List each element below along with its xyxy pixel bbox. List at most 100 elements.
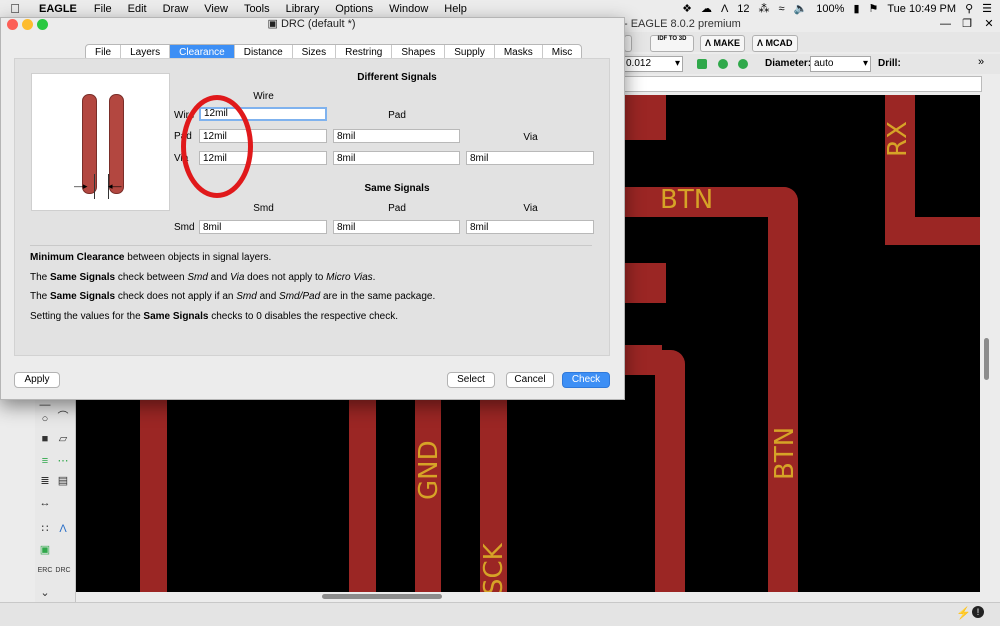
circle-icon[interactable]: ○ [37, 411, 53, 427]
list-icon[interactable]: ☰ [982, 2, 992, 15]
rectangle-icon[interactable]: ■ [37, 431, 53, 447]
note-disable-check: Setting the values for the Same Signals … [30, 311, 398, 322]
status-menu-area: ❖ ☁ Λ 12 ⁂ ≈ 🔈 100% ▮ ⚑ Tue 10:49 PM ⚲ ☰ [682, 0, 992, 17]
menu-options[interactable]: Options [327, 3, 381, 15]
mcad-button[interactable]: Λ MCAD [752, 35, 798, 52]
octagon-icon[interactable] [738, 59, 748, 69]
make-label: MAKE [713, 38, 741, 48]
smd-pad-field[interactable]: 8mil [333, 220, 460, 234]
restore-icon[interactable]: ❐ [962, 19, 972, 30]
menu-edit[interactable]: Edit [120, 3, 155, 15]
trace [655, 350, 685, 592]
select-button[interactable]: Select [447, 372, 495, 388]
battery-percent[interactable]: 100% [816, 3, 844, 15]
wifi-icon[interactable]: ≈ [779, 3, 785, 15]
stack-icon[interactable]: ≣ [37, 473, 53, 489]
window-title-text: - EAGLE 8.0.2 premium [624, 18, 741, 30]
diameter-select[interactable]: auto ▾ [810, 56, 871, 72]
note-emphasis: Same Signals [50, 272, 116, 283]
menu-help[interactable]: Help [436, 3, 475, 15]
col-header-smd: Smd [253, 203, 274, 214]
horizontal-scroll-thumb[interactable] [322, 594, 442, 599]
net-label-btn-vertical: BTN [770, 426, 800, 480]
apply-button[interactable]: Apply [14, 372, 60, 388]
app-menu[interactable]: EAGLE [30, 3, 86, 15]
vertical-scrollbar[interactable] [980, 95, 1000, 592]
cloud-icon[interactable]: ☁ [701, 2, 712, 15]
trace [768, 187, 798, 592]
pad-pad-field[interactable]: 8mil [333, 129, 460, 143]
toolbar-edge-button[interactable] [624, 35, 632, 52]
note-text: Setting the values for the [30, 311, 144, 322]
via-icon[interactable]: ∷ [37, 521, 53, 537]
polygon-icon[interactable]: ▱ [55, 431, 71, 447]
package-icon[interactable]: ▤ [55, 473, 71, 489]
clock[interactable]: Tue 10:49 PM [887, 3, 956, 15]
note-text: does not apply to [244, 272, 327, 283]
apple-icon[interactable]:  [0, 1, 30, 16]
arc-icon[interactable]: ⌒ [55, 409, 71, 425]
erc-icon[interactable]: ERC [37, 563, 53, 579]
overflow-icon[interactable]: » [978, 56, 984, 68]
smd-pad-value: 8mil [337, 222, 356, 233]
battery-icon[interactable]: ▮ [853, 2, 859, 15]
ratsnest-icon[interactable]: ⋯ [55, 453, 71, 469]
net-label-sck: SCK [479, 543, 509, 592]
alert-icon[interactable]: ! [972, 606, 984, 618]
cancel-button[interactable]: Cancel [506, 372, 554, 388]
via-pad-field[interactable]: 8mil [333, 151, 460, 165]
horizontal-scrollbar[interactable] [75, 592, 980, 602]
flag-icon[interactable]: ⚑ [869, 2, 879, 15]
lightning-icon[interactable]: ⚡ [956, 606, 971, 620]
notify-count[interactable]: 12 [737, 3, 749, 15]
smd-via-field[interactable]: 8mil [466, 220, 594, 234]
note-micro-vias: The Same Signals check between Smd and V… [30, 272, 375, 283]
note-same-package: The Same Signals check does not apply if… [30, 291, 435, 302]
dimension-icon[interactable]: ↔ [37, 495, 53, 511]
menu-window[interactable]: Window [381, 3, 436, 15]
make-button[interactable]: Λ MAKE [700, 35, 746, 52]
drc-icon[interactable]: DRC [55, 563, 71, 579]
document-icon: ▣ [267, 18, 278, 30]
route-icon[interactable]: Λ [55, 521, 71, 537]
width-field[interactable]: 0.012 ▾ [622, 56, 683, 72]
close-icon[interactable]: ✕ [984, 19, 994, 30]
note-italic: Via [230, 272, 245, 283]
via-pad-value: 8mil [337, 153, 356, 164]
adobe-icon[interactable]: Λ [721, 3, 728, 15]
chevron-down-icon[interactable]: ⌄ [37, 585, 53, 601]
note-text: The [30, 291, 51, 302]
square-icon[interactable] [718, 59, 728, 69]
menu-file[interactable]: File [86, 3, 120, 15]
menu-draw[interactable]: Draw [155, 3, 197, 15]
smd-smd-field[interactable]: 8mil [199, 220, 327, 234]
smd-via-value: 8mil [470, 222, 489, 233]
volume-icon[interactable]: 🔈 [794, 2, 808, 15]
idf-button[interactable]: IDF TO 3D [650, 35, 694, 52]
bluetooth-icon[interactable]: ⁂ [759, 2, 770, 15]
vertical-scroll-thumb[interactable] [984, 338, 989, 380]
width-value: 0.012 [626, 58, 652, 69]
check-button[interactable]: Check [562, 372, 610, 388]
menu-view[interactable]: View [196, 3, 236, 15]
chevron-down-icon: ▾ [862, 58, 868, 69]
net-label-btn: BTN [660, 185, 714, 215]
diameter-label: Diameter: [765, 58, 812, 69]
arrow-right-icon: —▸ [74, 181, 88, 191]
net-label-rx: RX [883, 121, 913, 157]
dropbox-icon[interactable]: ❖ [682, 2, 692, 15]
polygon-pour-icon[interactable]: ▣ [37, 542, 53, 558]
search-icon[interactable]: ⚲ [965, 2, 973, 15]
command-line[interactable] [622, 76, 982, 92]
idf-label: IDF TO 3D [657, 36, 687, 42]
layers-icon[interactable]: ≡ [37, 453, 53, 469]
same-signals-heading: Same Signals [364, 183, 430, 194]
note-text: The [30, 272, 51, 283]
round-icon[interactable] [697, 59, 707, 69]
menu-library[interactable]: Library [278, 3, 328, 15]
via-via-field[interactable]: 8mil [466, 151, 594, 165]
menu-tools[interactable]: Tools [236, 3, 278, 15]
dialog-title-text: DRC (default *) [280, 18, 356, 30]
minimize-icon[interactable]: — [940, 19, 951, 30]
status-bar: ⚡ ! [0, 602, 1000, 626]
